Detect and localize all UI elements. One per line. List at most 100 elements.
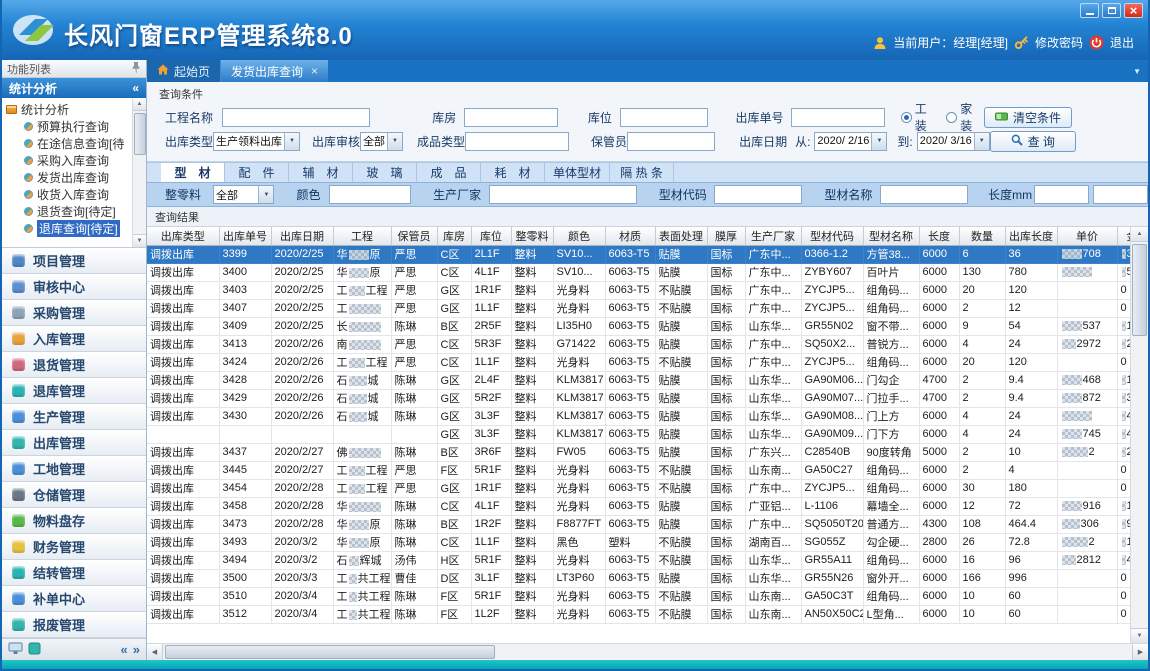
table-row[interactable]: 调拨出库34282020/2/26石城陈琳G区2L4F整料KLM38176063… [147,371,1130,389]
sidebar-menu-item[interactable]: 结转管理 [2,560,146,586]
table-row[interactable]: 调拨出库34072020/2/25工严思G区1L1F整料光身料6063-T5不贴… [147,299,1130,317]
collapse-left-icon[interactable]: « [121,642,128,657]
table-row[interactable]: 调拨出库35002020/3/3工共工程曹佳D区3L1F整料LT3P606063… [147,569,1130,587]
order-no-input[interactable] [791,108,885,127]
column-header[interactable]: 出库类型 [147,227,219,245]
horizontal-scroll-thumb[interactable] [165,645,495,659]
date-to-picker[interactable]: 2020/ 3/16 ▼ [917,132,990,151]
sidebar-menu-item[interactable]: 审核中心 [2,274,146,300]
material-tab[interactable]: 配 件 [225,163,289,182]
column-header[interactable]: 库位 [471,227,511,245]
table-row[interactable]: 调拨出库34452020/2/27工工程严思F区5R1F整料光身料6063-T5… [147,461,1130,479]
column-header[interactable]: 型材代码 [801,227,863,245]
scroll-down-icon[interactable]: ▼ [1131,628,1148,643]
chevron-down-icon[interactable]: ▼ [258,186,273,203]
sidebar-menu-item[interactable]: 物料盘存 [2,508,146,534]
tab-shipping-outbound-query[interactable]: 发货出库查询 × [221,60,328,82]
color-input[interactable] [329,185,411,204]
column-header[interactable]: 膜厚 [707,227,745,245]
table-row[interactable]: 调拨出库34582020/2/28华陈琳C区4L1F整料光身料6063-T5贴膜… [147,497,1130,515]
sidebar-menu-item[interactable]: 退库管理 [2,378,146,404]
table-row[interactable]: 调拨出库35122020/3/4工共工程陈琳F区1L2F整料光身料6063-T5… [147,605,1130,623]
tree-item[interactable]: 退货查询[待定] [6,203,131,220]
expand-right-icon[interactable]: » [133,642,140,657]
chevron-down-icon[interactable]: ▼ [974,133,989,150]
scroll-down-icon[interactable]: ▼ [133,234,147,247]
column-header[interactable]: 数量 [959,227,1005,245]
panel-icon[interactable] [28,642,41,658]
chevron-down-icon[interactable]: ▼ [871,133,886,150]
table-row[interactable]: 调拨出库34372020/2/27佛陈琳B区3R6F整料FW056063-T5贴… [147,443,1130,461]
project-name-input[interactable] [222,108,370,127]
column-header[interactable]: 出库日期 [271,227,333,245]
column-header[interactable]: 工程 [333,227,391,245]
sidebar-menu-item[interactable]: 生产管理 [2,404,146,430]
radio-home-decor[interactable]: 家装 [946,100,984,134]
length-min-input[interactable] [1034,185,1089,204]
sidebar-menu-item[interactable]: 仓储管理 [2,482,146,508]
tree-root[interactable]: 统计分析 [6,101,131,118]
column-header[interactable]: 出库长度 [1005,227,1057,245]
material-tab[interactable]: 型 材 [161,163,225,182]
tree-item[interactable]: 收货入库查询 [6,186,131,203]
length-max-input[interactable] [1093,185,1148,204]
column-header[interactable]: 单价 [1057,227,1117,245]
close-button[interactable]: × [1124,3,1143,18]
sidebar-menu-item[interactable]: 报废管理 [2,612,146,638]
maximize-button[interactable] [1102,3,1121,18]
whole-part-select[interactable]: 全部 ▼ [213,185,275,204]
tab-home[interactable]: 起始页 [147,60,221,82]
profile-name-input[interactable] [880,185,968,204]
table-row[interactable]: 调拨出库34302020/2/26石城陈琳G区3L3F整料KLM38176063… [147,407,1130,425]
column-header[interactable]: 保管员 [391,227,437,245]
column-header[interactable]: 出库单号 [219,227,271,245]
tree-scrollbar[interactable]: ▲ ▼ [132,98,146,247]
column-header[interactable]: 库房 [437,227,471,245]
table-row[interactable]: 调拨出库34542020/2/28工工程严思G区1R1F整料光身料6063-T5… [147,479,1130,497]
table-row[interactable]: 调拨出库34032020/2/25工工程严思G区1R1F整料光身料6063-T5… [147,281,1130,299]
outbound-type-select[interactable]: 生产领料出库 ▼ [213,132,300,151]
monitor-icon[interactable] [8,642,23,658]
material-tab[interactable]: 辅 材 [289,163,353,182]
horizontal-scrollbar[interactable]: ◀ ▶ [147,643,1148,660]
tree-item[interactable]: 预算执行查询 [6,118,131,135]
results-grid[interactable]: 出库类型出库单号出库日期工程保管员库房库位整零料颜色材质表面处理膜厚生产厂家型材… [147,227,1130,643]
column-header[interactable]: 整零料 [511,227,553,245]
profile-code-input[interactable] [714,185,802,204]
date-from-picker[interactable]: 2020/ 2/16 ▼ [814,132,887,151]
sidebar-menu-item[interactable]: 出库管理 [2,430,146,456]
sidebar-menu-item[interactable]: 采购管理 [2,300,146,326]
column-header[interactable]: 金 [1117,227,1130,245]
tree-item[interactable]: 退库查询[待定] [6,220,131,237]
sidebar-menu-item[interactable]: 工地管理 [2,456,146,482]
table-row[interactable]: 调拨出库34092020/2/25长陈琳B区2R5F整料LI35H06063-T… [147,317,1130,335]
sidebar-menu-item[interactable]: 退货管理 [2,352,146,378]
logout-link[interactable]: 退出 [1110,34,1134,51]
sidebar-menu-item[interactable]: 项目管理 [2,248,146,274]
minimize-button[interactable] [1080,3,1099,18]
scroll-left-icon[interactable]: ◀ [147,644,163,660]
vertical-scrollbar[interactable]: ▲ ▼ [1130,227,1148,643]
scroll-thumb[interactable] [134,113,146,155]
scroll-right-icon[interactable]: ▶ [1132,644,1148,660]
vertical-scroll-thumb[interactable] [1132,244,1147,336]
clear-conditions-button[interactable]: 清空条件 [984,107,1072,128]
sidebar-menu-item[interactable]: 财务管理 [2,534,146,560]
table-row[interactable]: 调拨出库34942020/3/2石辉城汤伟H区5R1F整料光身料6063-T5不… [147,551,1130,569]
table-row[interactable]: 调拨出库34002020/2/25华原严思C区4L1F整料SV10...6063… [147,263,1130,281]
table-row[interactable]: 调拨出库34132020/2/26南严思C区5R3F整料G714226063-T… [147,335,1130,353]
table-row[interactable]: 调拨出库34292020/2/26石城陈琳G区5R2F整料KLM38176063… [147,389,1130,407]
warehouse-input[interactable] [464,108,558,127]
sidebar-group-header[interactable]: 统计分析 « [2,78,146,98]
tree-item[interactable]: 在途信息查询[待 [6,135,131,152]
table-row[interactable]: 调拨出库34932020/3/2华原陈琳C区1L1F整料黑色塑料不贴膜国标湖南百… [147,533,1130,551]
tree-item[interactable]: 采购入库查询 [6,152,131,169]
table-row[interactable]: 调拨出库34242020/2/26工工程严思C区1L1F整料光身料6063-T5… [147,353,1130,371]
material-tab[interactable]: 玻 璃 [353,163,417,182]
pin-icon[interactable] [131,62,141,76]
product-type-input[interactable] [465,132,569,151]
collapse-icon[interactable]: « [132,81,139,95]
table-row[interactable]: 调拨出库34732020/2/28华原陈琳B区1R2F整料F8877FT6063… [147,515,1130,533]
radio-workwear[interactable]: 工装 [901,100,939,134]
manufacturer-input[interactable] [489,185,637,204]
